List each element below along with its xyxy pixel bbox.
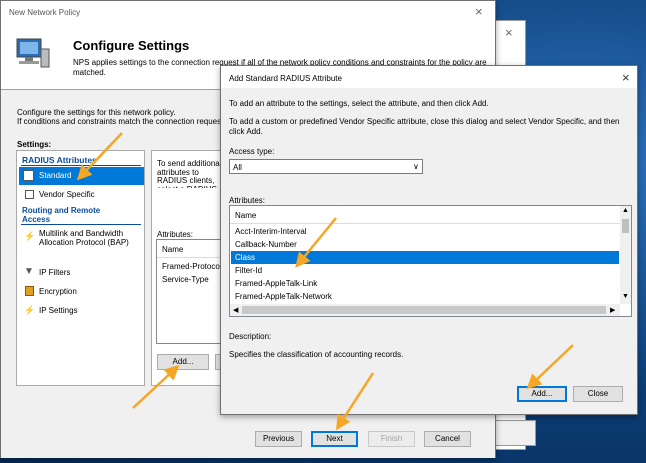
arrow-to-standard [76,132,123,181]
arrow-to-dialog-add [526,344,574,390]
arrow-to-add-button [132,364,180,409]
annotation-arrows [76,132,574,431]
arrow-to-class [295,217,337,268]
arrow-to-next [335,372,375,431]
